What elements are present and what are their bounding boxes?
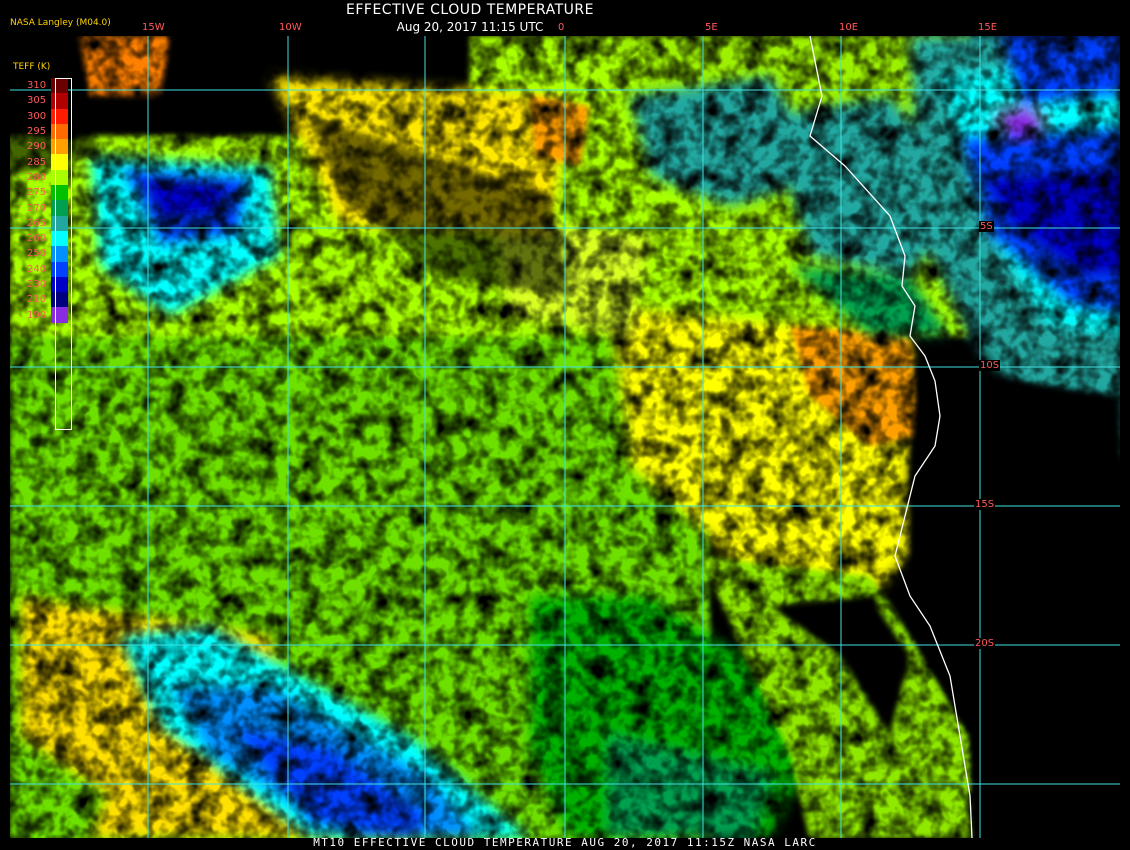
- legend-swatch: [51, 78, 68, 94]
- lon-label-15e: 15E: [978, 22, 998, 33]
- legend-row: 300: [27, 108, 73, 124]
- legend-row: 275: [27, 185, 73, 201]
- legend-swatch: [51, 307, 68, 323]
- legend-row: 280: [27, 169, 73, 186]
- legend-label: 270: [27, 202, 47, 214]
- legend-label: 265: [27, 217, 47, 229]
- legend-row: 285: [27, 154, 73, 170]
- legend-swatch: [51, 246, 68, 262]
- legend-label: 300: [27, 110, 47, 122]
- lon-label-10w: 10W: [279, 22, 302, 33]
- legend-row: 240: [27, 261, 73, 277]
- legend-label: 230: [27, 279, 47, 290]
- legend-row: 250: [27, 246, 73, 262]
- lon-label-15w: 15W: [142, 22, 165, 33]
- legend-label: 210: [27, 294, 47, 306]
- legend-swatch: [51, 276, 68, 293]
- legend-row: 190: [27, 307, 73, 323]
- provider-label: NASA Langley (M04.0): [10, 18, 111, 28]
- legend-label: 250: [27, 248, 47, 260]
- legend-label: 275: [27, 187, 47, 199]
- legend-label: 240: [27, 263, 47, 275]
- footer-caption: MT10 EFFECTIVE CLOUD TEMPERATURE AUG 20,…: [313, 836, 817, 849]
- legend-label: 190: [27, 309, 47, 321]
- legend-row: 265: [27, 215, 73, 231]
- legend-swatch: [51, 108, 68, 124]
- legend-swatch: [51, 185, 68, 201]
- satellite-map: [10, 36, 1120, 838]
- lon-label-0: 0: [558, 22, 565, 33]
- legend-row: 290: [27, 139, 73, 155]
- legend-swatch: [51, 230, 68, 247]
- legend-swatch: [51, 93, 68, 109]
- cloud-temperature-image: [10, 36, 1120, 838]
- lon-label-5e: 5E: [705, 22, 718, 33]
- legend-swatch: [51, 169, 68, 186]
- legend-label: 310: [27, 80, 47, 92]
- legend-title: TEFF (K): [13, 62, 51, 72]
- legend-swatch: [51, 154, 68, 170]
- image-timestamp: Aug 20, 2017 11:15 UTC: [396, 20, 544, 34]
- color-legend: 310 305 300 295 290 285 280 275 270 265 260 250 240 2…: [27, 78, 73, 323]
- legend-row: 210: [27, 292, 73, 308]
- image-title: EFFECTIVE CLOUD TEMPERATURE: [346, 2, 594, 18]
- legend-swatch: [51, 261, 68, 277]
- legend-swatch: [51, 200, 68, 216]
- legend-swatch: [51, 215, 68, 231]
- legend-swatch: [51, 292, 68, 308]
- legend-row: 270: [27, 200, 73, 216]
- legend-row: 295: [27, 123, 73, 140]
- lat-label-10s: 10S: [979, 360, 1001, 371]
- lat-label-5s: 5S: [979, 221, 994, 232]
- legend-row: 305: [27, 93, 73, 109]
- lat-label-20s: 20S: [974, 638, 996, 649]
- legend-row: 310: [27, 78, 73, 94]
- legend-row: 230: [27, 276, 73, 293]
- legend-swatch: [51, 139, 68, 155]
- legend-label: 260: [27, 233, 47, 245]
- legend-label: 280: [27, 171, 47, 183]
- legend-label: 305: [27, 95, 47, 107]
- legend-row: 260: [27, 230, 73, 247]
- legend-label: 290: [27, 141, 47, 153]
- legend-swatch: [51, 123, 68, 140]
- lon-label-10e: 10E: [839, 22, 859, 33]
- legend-label: 285: [27, 156, 47, 168]
- lat-label-15s: 15S: [974, 499, 996, 510]
- legend-label: 295: [27, 126, 47, 138]
